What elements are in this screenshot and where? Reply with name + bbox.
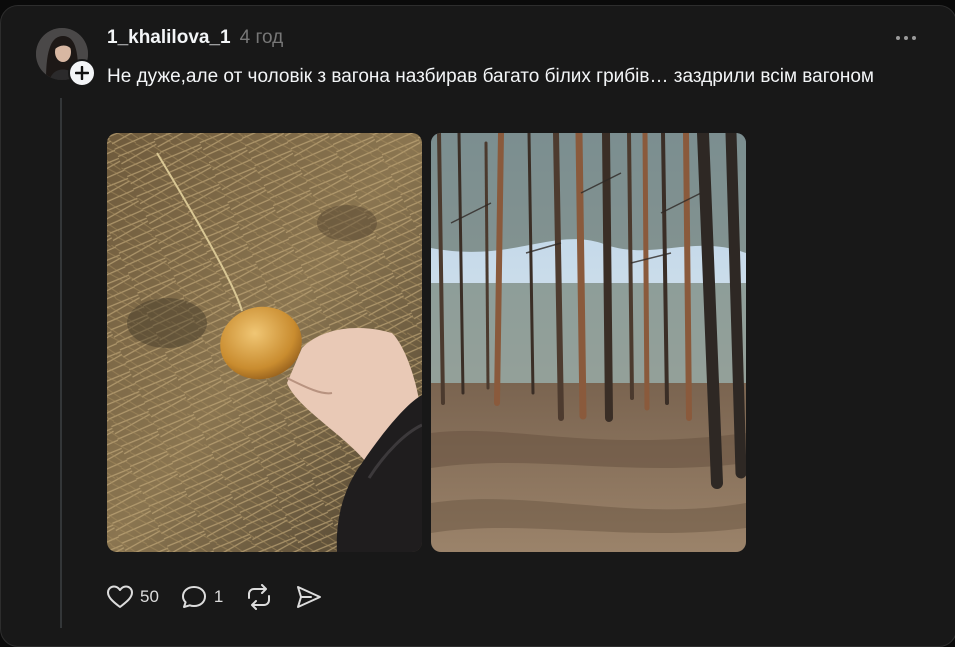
reply-count: 1 xyxy=(213,587,224,606)
more-dots-icon xyxy=(896,36,900,40)
post-text: Не дуже,але от чоловік з вагона назбирав… xyxy=(107,66,874,87)
heart-icon xyxy=(107,585,133,608)
follow-button[interactable] xyxy=(68,59,96,87)
plus-icon xyxy=(75,66,89,80)
like-button[interactable]: 50 xyxy=(106,584,159,610)
repost-icon xyxy=(248,584,271,610)
like-count: 50 xyxy=(140,587,159,606)
reply-button[interactable]: 1 xyxy=(180,584,223,610)
photo-pine-forest xyxy=(431,133,746,552)
thread-line xyxy=(60,98,62,628)
comment-icon xyxy=(181,586,206,608)
more-dots-icon xyxy=(904,36,908,40)
post-image-mushroom[interactable] xyxy=(107,133,422,552)
more-dots-icon xyxy=(912,36,916,40)
send-icon xyxy=(297,586,322,608)
repost-button[interactable] xyxy=(244,584,274,610)
post-image-forest[interactable] xyxy=(431,133,746,552)
share-button[interactable] xyxy=(295,584,323,610)
timestamp[interactable]: 4 год xyxy=(240,27,284,49)
more-options-button[interactable] xyxy=(888,26,924,50)
post-actions: 50 1 xyxy=(106,583,344,611)
post-header: 1_khalilova_1 4 год xyxy=(107,27,283,51)
username[interactable]: 1_khalilova_1 xyxy=(107,27,231,49)
photo-mushroom-in-hand xyxy=(107,133,422,552)
